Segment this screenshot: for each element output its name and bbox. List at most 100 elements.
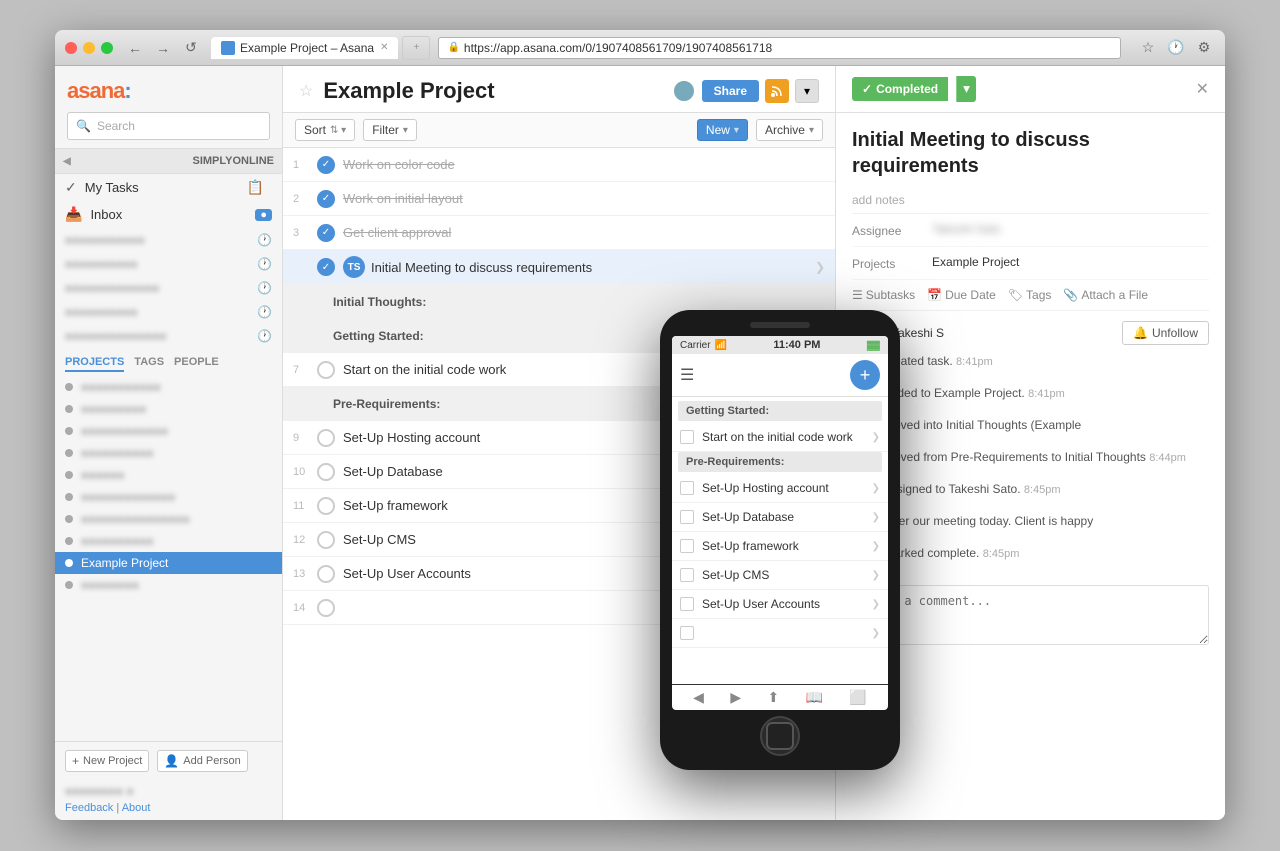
table-row[interactable]: 2 ✓ Work on initial layout (283, 182, 835, 216)
tab-tags[interactable]: TAGS (134, 356, 164, 372)
table-row[interactable]: ✓ TS Initial Meeting to discuss requirem… (283, 250, 835, 285)
forward-button[interactable]: → (151, 38, 175, 58)
share-button[interactable]: Share (702, 80, 759, 102)
project-item-9[interactable]: ●●●●●●●● (55, 574, 282, 596)
subtasks-link[interactable]: ☰ Subtasks (852, 288, 915, 302)
bookmark-button[interactable]: ☆ (1137, 38, 1159, 58)
task-checkbox[interactable] (317, 531, 335, 549)
project-item-6[interactable]: ●●●●●●●●●●●●● (55, 486, 282, 508)
phone-checkbox-1[interactable] (680, 430, 694, 444)
phone-chevron-1: ❯ (872, 432, 880, 443)
project-item-example[interactable]: Example Project (55, 552, 282, 574)
phone-task-item-4[interactable]: Set-Up framework ❯ (672, 532, 888, 561)
phone-checkbox-4[interactable] (680, 539, 694, 553)
new-project-button[interactable]: + New Project (65, 750, 149, 772)
browser-tab[interactable]: Example Project – Asana ✕ (211, 37, 398, 59)
sidebar-org[interactable]: ◀ SIMPLYONLINE (55, 148, 282, 174)
detail-notes[interactable]: add notes (852, 187, 1209, 214)
due-date-link[interactable]: 📅 Due Date (927, 288, 996, 302)
tab-close-icon[interactable]: ✕ (380, 42, 388, 53)
phone-task-item-5[interactable]: Set-Up CMS ❯ (672, 561, 888, 590)
phone-menu-icon[interactable]: ☰ (680, 365, 694, 385)
phone-checkbox-7[interactable] (680, 626, 694, 640)
history-button[interactable]: 🕐 (1165, 38, 1187, 58)
task-checkbox[interactable]: ✓ (317, 190, 335, 208)
task-checkbox[interactable]: ✓ (317, 258, 335, 276)
logo-dot: : (124, 78, 130, 103)
back-button[interactable]: ← (123, 38, 147, 58)
filter-button[interactable]: Filter ▾ (363, 119, 417, 141)
archive-button[interactable]: Archive ▾ (756, 119, 823, 141)
completed-button[interactable]: ✓ Completed (852, 77, 948, 101)
sidebar-recent-3[interactable]: ●●●●●●●●●●●●● 🕐 (55, 276, 282, 300)
task-checkbox[interactable]: ✓ (317, 156, 335, 174)
tab-people[interactable]: PEOPLE (174, 356, 219, 372)
unfollow-button[interactable]: 🔔 Unfollow (1122, 321, 1209, 345)
task-checkbox[interactable] (317, 463, 335, 481)
task-checkbox[interactable] (317, 361, 335, 379)
phone-task-item-7[interactable]: ❯ (672, 619, 888, 648)
about-link[interactable]: About (122, 802, 151, 814)
maximize-button[interactable] (101, 42, 113, 54)
phone-task-item-1[interactable]: Start on the initial code work ❯ (672, 423, 888, 452)
sidebar-item-mytasks[interactable]: ✓ My Tasks 📋 (55, 174, 282, 201)
phone-forward-button[interactable]: ▶ (730, 689, 741, 706)
attach-link[interactable]: 📎 Attach a File (1063, 288, 1148, 302)
phone-share-button[interactable]: ⬆ (767, 689, 779, 706)
phone-checkbox-3[interactable] (680, 510, 694, 524)
phone-add-button[interactable]: + (850, 360, 880, 390)
minimize-button[interactable] (83, 42, 95, 54)
project-item-7[interactable]: ●●●●●●●●●●●●●●● (55, 508, 282, 530)
table-row[interactable]: 3 ✓ Get client approval (283, 216, 835, 250)
tags-link[interactable]: 🏷 Tags (1008, 288, 1052, 302)
phone-task-item-3[interactable]: Set-Up Database ❯ (672, 503, 888, 532)
new-task-button[interactable]: New ▾ (697, 119, 748, 141)
task-checkbox[interactable]: ✓ (317, 224, 335, 242)
project-item-8[interactable]: ●●●●●●●●●● (55, 530, 282, 552)
search-box[interactable]: 🔍 Search (67, 112, 270, 140)
task-checkbox[interactable] (317, 599, 335, 617)
refresh-button[interactable]: ↺ (179, 38, 203, 58)
rss-button[interactable] (765, 79, 789, 103)
phone-back-button[interactable]: ◀ (693, 689, 704, 706)
task-checkbox[interactable] (317, 429, 335, 447)
task-checkbox[interactable] (317, 565, 335, 583)
sidebar-item-inbox[interactable]: 📥 Inbox ● (55, 201, 282, 228)
table-row[interactable]: 1 ✓ Work on color code (283, 148, 835, 182)
more-button[interactable]: ▾ (795, 79, 819, 103)
phone-task-item-2[interactable]: Set-Up Hosting account ❯ (672, 474, 888, 503)
sidebar-recent-4[interactable]: ●●●●●●●●●● 🕐 (55, 300, 282, 324)
assignee-label: Assignee (852, 222, 932, 238)
phone-checkbox-5[interactable] (680, 568, 694, 582)
feedback-link[interactable]: Feedback (65, 802, 113, 814)
project-item-4[interactable]: ●●●●●●●●●● (55, 442, 282, 464)
completed-dropdown-button[interactable]: ▾ (956, 76, 976, 102)
project-item-5[interactable]: ●●●●●● (55, 464, 282, 486)
task-expand-icon[interactable]: ❯ (815, 260, 825, 274)
project-star[interactable]: ☆ (299, 81, 313, 101)
recent-2-clock: 🕐 (257, 257, 272, 271)
sidebar-recent-5[interactable]: ●●●●●●●●●●●●●● 🕐 (55, 324, 282, 348)
phone-task-item-6[interactable]: Set-Up User Accounts ❯ (672, 590, 888, 619)
comment-input[interactable] (852, 585, 1209, 645)
settings-button[interactable]: ⚙ (1193, 38, 1215, 58)
phone-bookmarks-button[interactable]: 📖 (806, 689, 823, 706)
sidebar-recent-1[interactable]: ●●●●●●●●●●● 🕐 (55, 228, 282, 252)
sidebar-recent-2[interactable]: ●●●●●●●●●● 🕐 (55, 252, 282, 276)
phone-home-button[interactable] (760, 716, 800, 756)
project-item-1[interactable]: ●●●●●●●●●●● (55, 376, 282, 398)
tab-projects[interactable]: PROJECTS (65, 356, 124, 372)
detail-close-button[interactable]: ✕ (1196, 79, 1209, 99)
task-checkbox[interactable] (317, 497, 335, 515)
phone-checkbox-6[interactable] (680, 597, 694, 611)
sort-button[interactable]: Sort ⇅ ▾ (295, 119, 355, 141)
address-bar[interactable]: 🔒 https://app.asana.com/0/1907408561709/… (438, 37, 1121, 59)
new-tab-button[interactable]: + (402, 36, 430, 60)
phone-checkbox-2[interactable] (680, 481, 694, 495)
add-person-button[interactable]: 👤 Add Person (157, 750, 247, 772)
project-item-3[interactable]: ●●●●●●●●●●●● (55, 420, 282, 442)
close-button[interactable] (65, 42, 77, 54)
sidebar-footer: + New Project 👤 Add Person (55, 741, 282, 780)
project-item-2[interactable]: ●●●●●●●●● (55, 398, 282, 420)
phone-tabs-button[interactable]: ⬜ (849, 689, 866, 706)
